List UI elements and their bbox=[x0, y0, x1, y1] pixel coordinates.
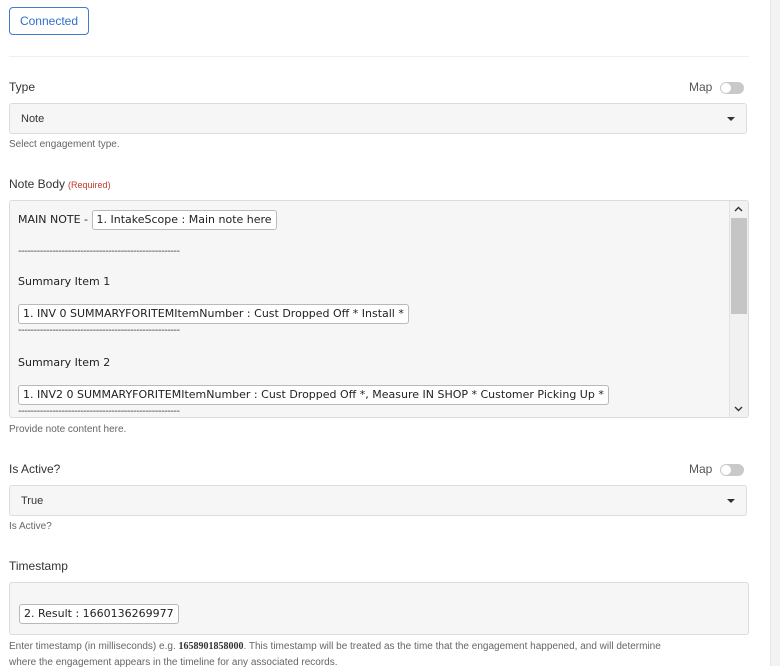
chevron-down-icon[interactable] bbox=[734, 404, 743, 413]
summary-item-2-line: 1. INV2 0 SUMMARYFORITEMItemNumber : Cus… bbox=[18, 385, 609, 405]
timestamp-input[interactable]: 2. Result : 1660136269977 bbox=[9, 582, 749, 635]
page-scrollbar[interactable] bbox=[770, 0, 780, 666]
toggle-knob bbox=[721, 465, 731, 475]
separator-line: ----------------------------------------… bbox=[18, 406, 180, 417]
timestamp-token[interactable]: 2. Result : 1660136269977 bbox=[19, 604, 179, 624]
main-note-prefix: MAIN NOTE - bbox=[18, 213, 89, 226]
note-body-label: Note Body (Required) bbox=[9, 177, 111, 191]
note-body-editor[interactable]: MAIN NOTE - 1. IntakeScope : Main note h… bbox=[9, 200, 749, 418]
is-active-map-toggle[interactable] bbox=[720, 464, 744, 476]
note-body-scrollbar[interactable] bbox=[729, 201, 748, 417]
timestamp-hint-suffix: . This timestamp will be treated as the … bbox=[243, 641, 661, 652]
timestamp-hint-example: 1658901858000 bbox=[178, 641, 244, 652]
connected-button[interactable]: Connected bbox=[9, 7, 89, 35]
is-active-select[interactable]: True bbox=[9, 485, 747, 516]
type-select-value: Note bbox=[21, 113, 45, 125]
note-body-label-text: Note Body bbox=[9, 177, 66, 191]
is-active-select-value: True bbox=[21, 495, 44, 507]
form-page: Connected Type Map Note Select engagemen… bbox=[0, 0, 770, 668]
type-hint: Select engagement type. bbox=[9, 139, 120, 150]
summary-item-1-title: Summary Item 1 bbox=[18, 275, 111, 288]
is-active-label: Is Active? bbox=[9, 462, 61, 476]
main-note-token[interactable]: 1. IntakeScope : Main note here bbox=[91, 210, 277, 230]
chevron-down-icon bbox=[727, 499, 735, 503]
timestamp-hint-line2: where the engagement appears in the time… bbox=[9, 657, 338, 668]
type-select[interactable]: Note bbox=[9, 103, 747, 134]
is-active-map-label: Map bbox=[689, 462, 713, 476]
timestamp-label: Timestamp bbox=[9, 559, 68, 573]
required-tag: (Required) bbox=[68, 180, 111, 190]
summary-item-1-line: 1. INV 0 SUMMARYFORITEMItemNumber : Cust… bbox=[18, 304, 409, 324]
chevron-up-icon[interactable] bbox=[734, 205, 743, 214]
separator-line: ----------------------------------------… bbox=[18, 325, 180, 336]
summary-item-2-token[interactable]: 1. INV2 0 SUMMARYFORITEMItemNumber : Cus… bbox=[18, 385, 609, 405]
summary-item-2-title: Summary Item 2 bbox=[18, 356, 111, 369]
summary-item-1-token[interactable]: 1. INV 0 SUMMARYFORITEMItemNumber : Cust… bbox=[18, 304, 409, 324]
scrollbar-thumb[interactable] bbox=[731, 218, 747, 314]
timestamp-hint: Enter timestamp (in milliseconds) e.g. 1… bbox=[9, 641, 661, 652]
type-map-toggle[interactable] bbox=[720, 82, 744, 94]
timestamp-hint-prefix: Enter timestamp (in milliseconds) e.g. bbox=[9, 641, 176, 652]
chevron-down-icon bbox=[727, 117, 735, 121]
timestamp-token-line: 2. Result : 1660136269977 bbox=[19, 604, 179, 624]
is-active-hint: Is Active? bbox=[9, 521, 52, 532]
main-note-line: MAIN NOTE - 1. IntakeScope : Main note h… bbox=[18, 210, 277, 230]
separator-line: ----------------------------------------… bbox=[18, 246, 180, 257]
toggle-knob bbox=[721, 83, 731, 93]
note-body-hint: Provide note content here. bbox=[9, 424, 127, 435]
divider bbox=[9, 56, 749, 57]
type-label: Type bbox=[9, 80, 36, 94]
type-map-label: Map bbox=[689, 80, 713, 94]
